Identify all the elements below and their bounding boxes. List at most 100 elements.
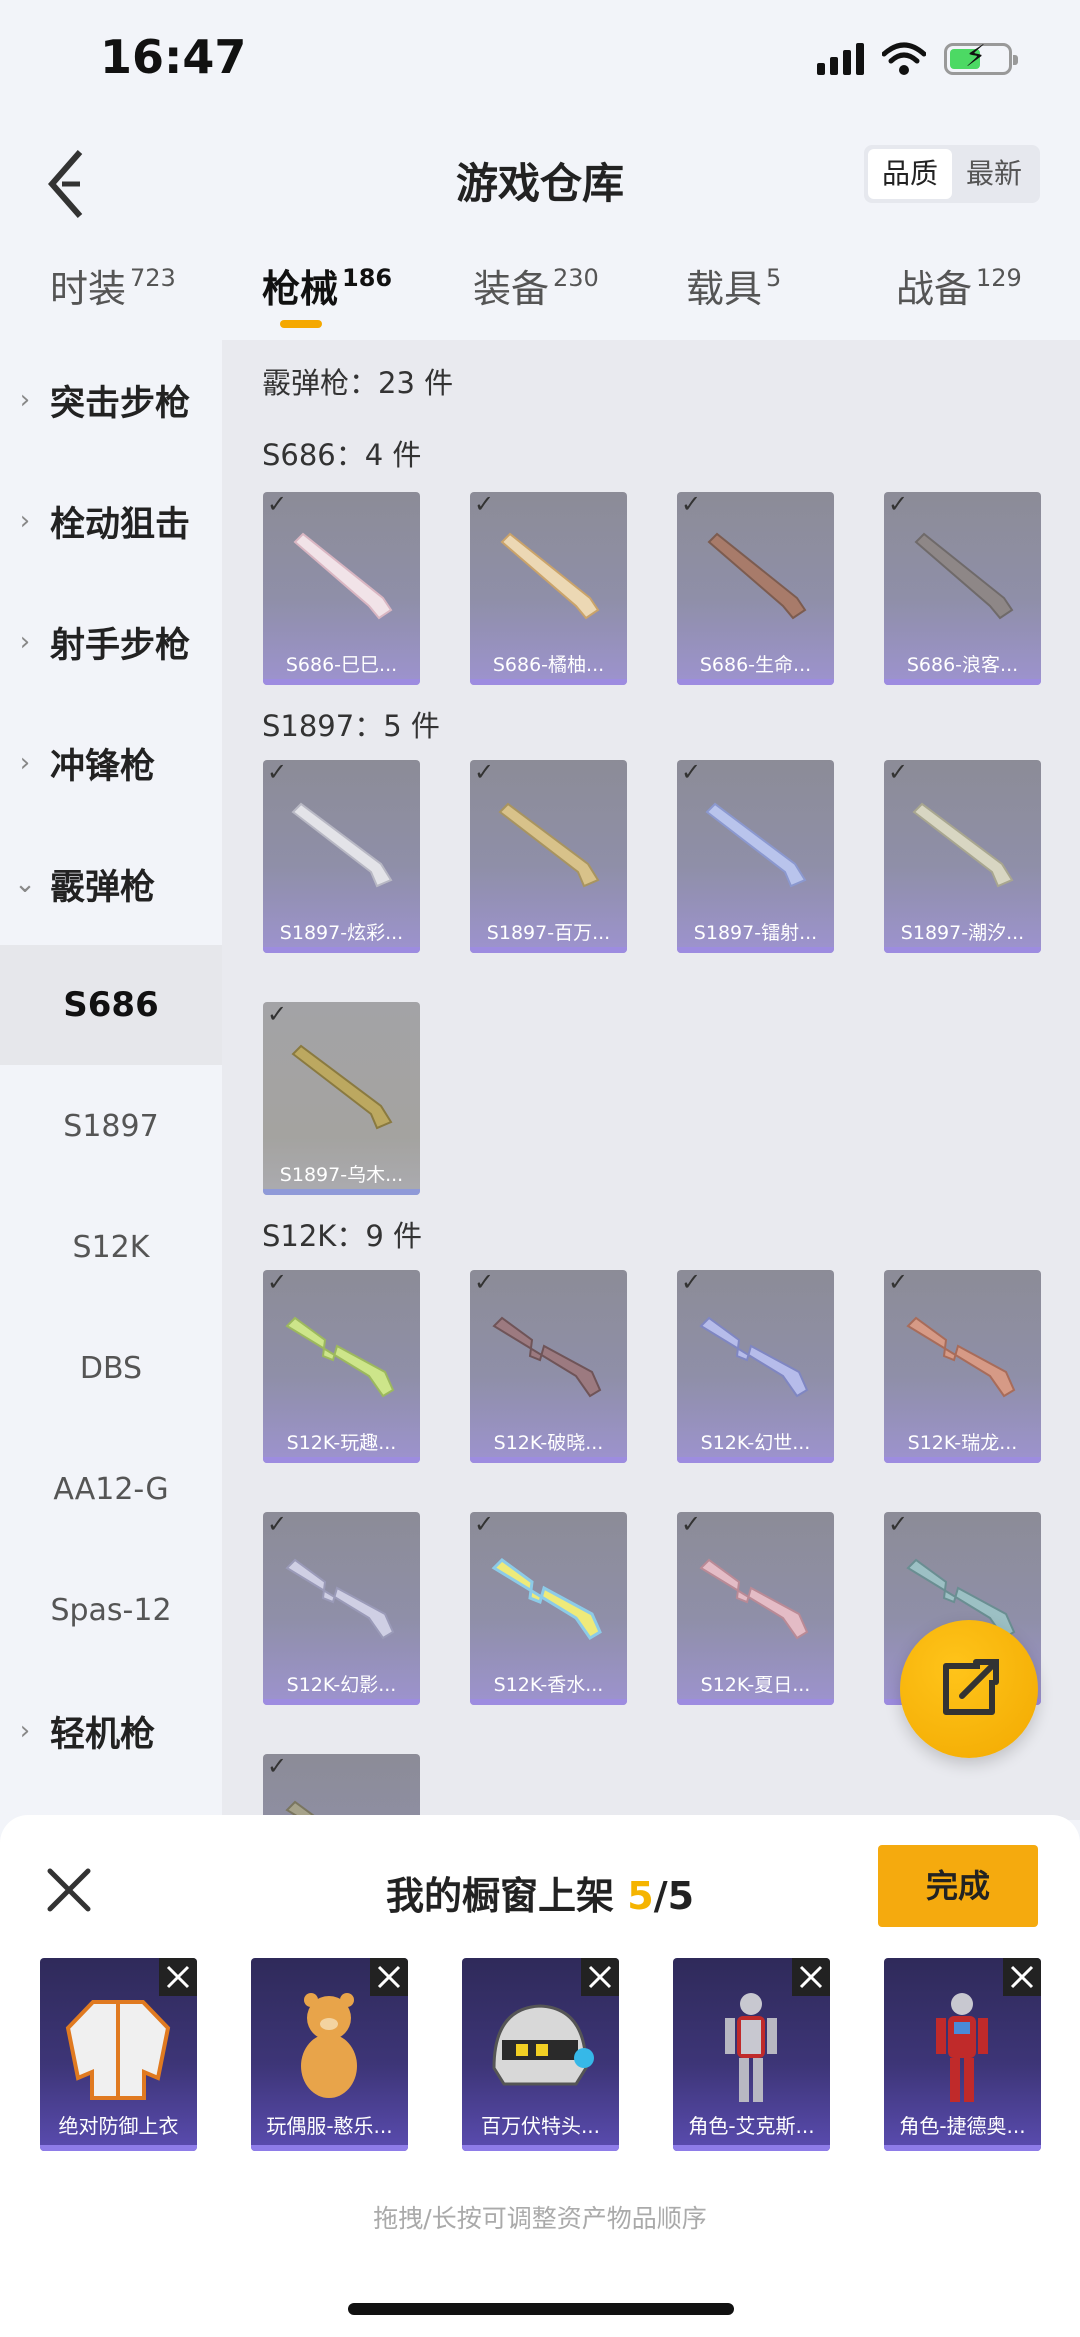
rifle-icon xyxy=(285,1558,395,1640)
check-icon: ✓ xyxy=(681,1512,702,1538)
check-icon: ✓ xyxy=(267,1270,288,1296)
item-card[interactable]: ✓ S12K-夏日... xyxy=(677,1512,834,1705)
tab-supplies[interactable]: 战备 129 xyxy=(896,258,1022,313)
section-title: S686：4 件 xyxy=(262,438,422,472)
character-icon xyxy=(725,1993,777,2102)
item-card[interactable]: ✓ S12K-破晓... xyxy=(470,1270,627,1463)
shotgun-icon xyxy=(293,532,393,620)
status-time: 16:47 xyxy=(100,30,247,84)
sidebar-sub-s686[interactable]: S686 xyxy=(0,945,222,1065)
shotgun-icon xyxy=(500,532,600,620)
check-icon: ✓ xyxy=(888,1270,909,1296)
tab-equipment[interactable]: 装备 230 xyxy=(473,258,599,313)
section-title: S12K：9 件 xyxy=(262,1219,422,1253)
item-card[interactable]: ✓ S686-橘柚... xyxy=(470,492,627,685)
home-indicator[interactable] xyxy=(348,2303,734,2315)
done-button[interactable]: 完成 xyxy=(878,1845,1038,1927)
sidebar-item-lmg[interactable]: › 轻机枪 xyxy=(0,1671,222,1791)
item-card[interactable]: ✓ S1897-乌木... xyxy=(263,1002,420,1195)
sidebar-sub-s12k[interactable]: S12K xyxy=(0,1187,222,1307)
item-card[interactable]: ✓ S686-浪客... xyxy=(884,492,1041,685)
rifle-icon xyxy=(285,1800,322,1820)
remove-button[interactable] xyxy=(159,1958,197,1996)
item-card[interactable]: ✓ S1897-炫彩... xyxy=(263,760,420,953)
item-card[interactable]: ✓ xyxy=(263,1754,420,1820)
check-icon: ✓ xyxy=(267,760,288,786)
rifle-icon xyxy=(492,1316,602,1398)
sidebar-item-shotgun[interactable]: ⌄ 霰弹枪 xyxy=(0,824,222,944)
header: 游戏仓库 品质 最新 xyxy=(0,130,1080,230)
section-title: S1897：5 件 xyxy=(262,709,440,743)
battery-icon: ⚡ xyxy=(944,42,1018,75)
shelf-item[interactable]: 百万伏特头... xyxy=(462,1958,619,2151)
item-card[interactable]: ✓ S12K-幻世... xyxy=(677,1270,834,1463)
check-icon: ✓ xyxy=(888,1512,909,1538)
check-icon: ✓ xyxy=(681,492,702,518)
shelf-item[interactable]: 角色-捷德奥... xyxy=(884,1958,1041,2151)
tab-guns[interactable]: 枪械 186 xyxy=(262,258,392,313)
active-tab-indicator xyxy=(280,320,322,328)
group-title: 霰弹枪：23 件 xyxy=(262,366,454,400)
item-card[interactable]: ✓ S1897-潮汐... xyxy=(884,760,1041,953)
item-card[interactable]: ✓ S12K-幻影... xyxy=(263,1512,420,1705)
rifle-icon xyxy=(285,1316,395,1398)
sort-quality-button[interactable]: 品质 xyxy=(867,149,952,199)
sort-newest-button[interactable]: 最新 xyxy=(952,149,1036,199)
share-button[interactable] xyxy=(900,1620,1038,1758)
close-icon xyxy=(377,1965,401,1989)
tab-vehicles[interactable]: 载具 5 xyxy=(686,258,781,313)
check-icon: ✓ xyxy=(267,1002,288,1028)
item-card[interactable]: ✓ S1897-百万... xyxy=(470,760,627,953)
status-icons: ⚡ xyxy=(817,42,1018,76)
rifle-icon xyxy=(699,1558,809,1640)
remove-button[interactable] xyxy=(792,1958,830,1996)
check-icon: ✓ xyxy=(888,492,909,518)
item-card[interactable]: ✓ S12K-香水... xyxy=(470,1512,627,1705)
share-icon xyxy=(943,1659,999,1715)
check-icon: ✓ xyxy=(474,1512,495,1538)
sidebar-sub-dbs[interactable]: DBS xyxy=(0,1308,222,1428)
shotgun-icon xyxy=(705,802,807,888)
remove-button[interactable] xyxy=(370,1958,408,1996)
shelf-item[interactable]: 玩偶服-憨乐... xyxy=(251,1958,408,2151)
item-card[interactable]: ✓ S686-巳巳... xyxy=(263,492,420,685)
signal-icon xyxy=(817,43,864,75)
sidebar-item-bolt-sniper[interactable]: › 栓动狙击 xyxy=(0,461,222,581)
sidebar: › 突击步枪 › 栓动狙击 › 射手步枪 › 冲锋枪 ⌄ 霰弹枪 S686 S1897 S… xyxy=(0,340,222,1820)
bear-costume-icon xyxy=(301,1993,357,2098)
sidebar-sub-s1897[interactable]: S1897 xyxy=(0,1066,222,1186)
rifle-icon xyxy=(699,1316,809,1398)
item-card[interactable]: ✓ S12K-玩趣... xyxy=(263,1270,420,1463)
close-icon xyxy=(799,1965,823,1989)
chevron-right-icon: › xyxy=(19,385,31,415)
sidebar-item-smg[interactable]: › 冲锋枪 xyxy=(0,703,222,823)
sidebar-item-marksman-rifle[interactable]: › 射手步枪 xyxy=(0,582,222,702)
shotgun-icon xyxy=(707,532,807,620)
remove-button[interactable] xyxy=(581,1958,619,1996)
status-bar: 16:47 ⚡ xyxy=(0,0,1080,130)
shotgun-icon xyxy=(914,532,1014,620)
chevron-right-icon: › xyxy=(19,1716,31,1746)
wifi-icon xyxy=(882,42,926,75)
sidebar-sub-spas12[interactable]: Spas-12 xyxy=(0,1550,222,1670)
remove-button[interactable] xyxy=(1003,1958,1041,1996)
close-icon xyxy=(166,1965,190,1989)
chevron-right-icon: › xyxy=(19,506,31,536)
chevron-right-icon: › xyxy=(19,627,31,657)
rifle-icon xyxy=(906,1316,1016,1398)
shelf-item[interactable]: 角色-艾克斯... xyxy=(673,1958,830,2151)
character-icon xyxy=(936,1993,988,2102)
sidebar-item-assault-rifle[interactable]: › 突击步枪 xyxy=(0,340,222,460)
sidebar-sub-aa12g[interactable]: AA12-G xyxy=(0,1429,222,1549)
check-icon: ✓ xyxy=(474,760,495,786)
item-card[interactable]: ✓ S1897-镭射... xyxy=(677,760,834,953)
item-card[interactable]: ✓ S12K-瑞龙... xyxy=(884,1270,1041,1463)
check-icon: ✓ xyxy=(267,492,288,518)
item-card[interactable]: ✓ S686-生命... xyxy=(677,492,834,685)
tab-fashion[interactable]: 时装 723 xyxy=(50,258,176,313)
close-icon xyxy=(1010,1965,1034,1989)
showcase-count: 5 xyxy=(627,1874,654,1918)
jacket-icon xyxy=(65,2000,171,2100)
shelf-item[interactable]: 绝对防御上衣 xyxy=(40,1958,197,2151)
showcase-sheet: 我的橱窗上架 5/5 完成 绝对防御上衣 玩偶服-憨乐... 百万伏特头... … xyxy=(0,1815,1080,2337)
